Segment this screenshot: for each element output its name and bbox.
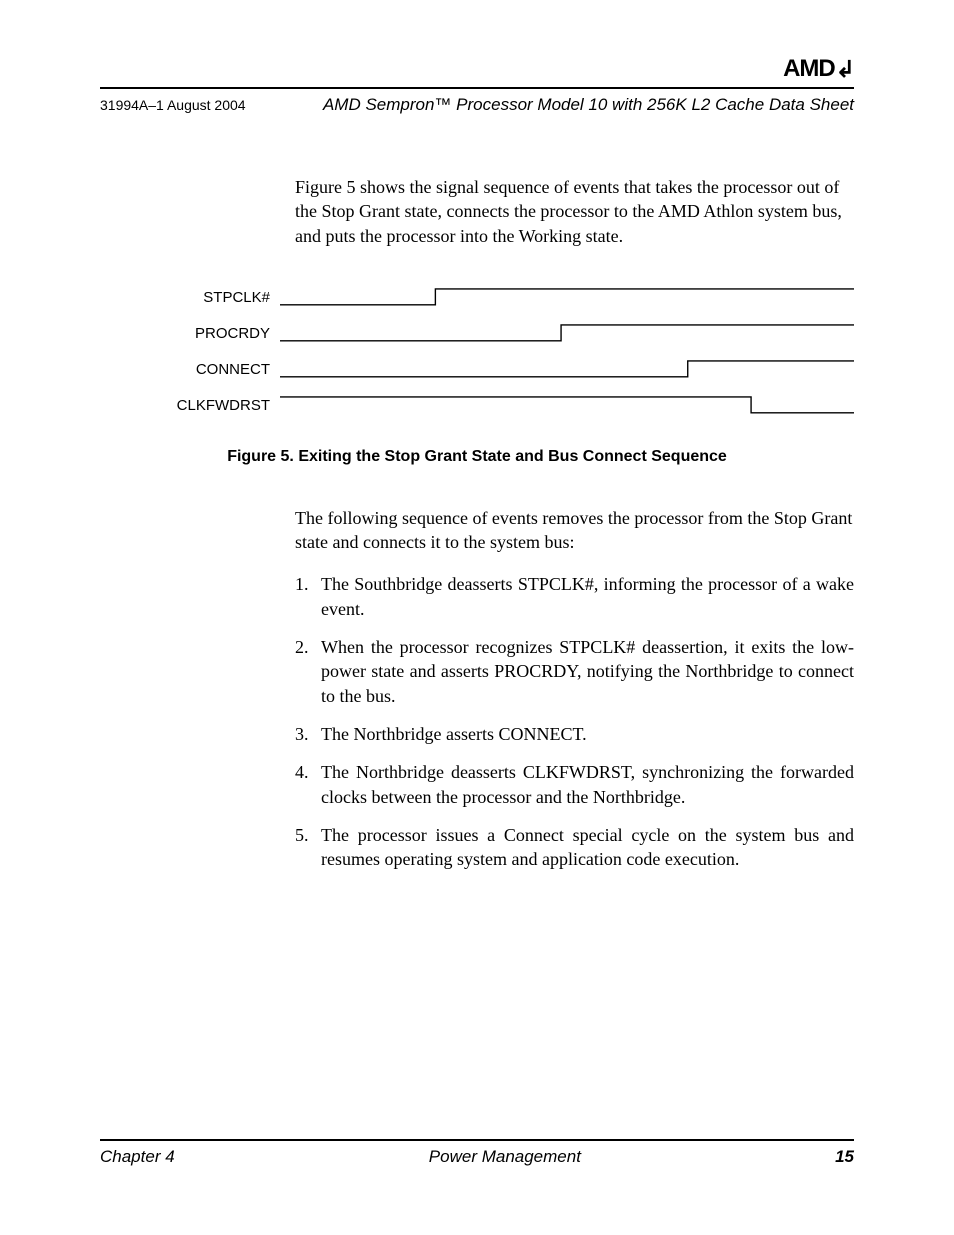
footer-chapter: Chapter 4: [100, 1147, 175, 1167]
list-number: 2.: [295, 635, 321, 708]
waveform-connect: [280, 355, 854, 385]
waveform-clkfwdrst: [280, 391, 854, 421]
list-item: 4. The Northbridge deasserts CLKFWDRST, …: [295, 760, 854, 809]
list-number: 1.: [295, 572, 321, 621]
footer-rule: [100, 1139, 854, 1141]
list-number: 5.: [295, 823, 321, 872]
signal-label: CONNECT: [100, 361, 280, 378]
intro-paragraph: Figure 5 shows the signal sequence of ev…: [295, 175, 854, 248]
signal-row-clkfwdrst: CLKFWDRST: [100, 388, 854, 424]
footer: Chapter 4 Power Management 15: [100, 1139, 854, 1167]
list-text: When the processor recognizes STPCLK# de…: [321, 635, 854, 708]
page-number: 15: [835, 1147, 854, 1167]
logo-arrow-icon: ↲: [836, 56, 854, 83]
header-rule: [100, 87, 854, 89]
signal-label: PROCRDY: [100, 325, 280, 342]
list-item: 1. The Southbridge deasserts STPCLK#, in…: [295, 572, 854, 621]
subheader: 31994A–1 August 2004 AMD Sempron™ Proces…: [100, 95, 854, 115]
list-text: The Northbridge deasserts CLKFWDRST, syn…: [321, 760, 854, 809]
waveform-stpclk: [280, 283, 854, 313]
signal-label: STPCLK#: [100, 289, 280, 306]
footer-section: Power Management: [429, 1147, 581, 1167]
signal-row-connect: CONNECT: [100, 352, 854, 388]
waveform-procrdy: [280, 319, 854, 349]
document-title: AMD Sempron™ Processor Model 10 with 256…: [323, 95, 854, 115]
timing-diagram: STPCLK# PROCRDY CONNECT CLKFWDRST: [100, 280, 854, 424]
logo-text: AMD: [783, 55, 835, 83]
list-item: 2. When the processor recognizes STPCLK#…: [295, 635, 854, 708]
list-item: 5. The processor issues a Connect specia…: [295, 823, 854, 872]
list-item: 3. The Northbridge asserts CONNECT.: [295, 722, 854, 746]
amd-logo: AMD↲: [783, 55, 854, 83]
list-text: The Southbridge deasserts STPCLK#, infor…: [321, 572, 854, 621]
list-text: The Northbridge asserts CONNECT.: [321, 722, 854, 746]
list-number: 4.: [295, 760, 321, 809]
list-intro: The following sequence of events removes…: [295, 506, 854, 555]
list-number: 3.: [295, 722, 321, 746]
header: AMD↲: [100, 55, 854, 83]
signal-label: CLKFWDRST: [100, 397, 280, 414]
figure-caption: Figure 5. Exiting the Stop Grant State a…: [100, 448, 854, 466]
list-text: The processor issues a Connect special c…: [321, 823, 854, 872]
signal-row-procrdy: PROCRDY: [100, 316, 854, 352]
steps-list: 1. The Southbridge deasserts STPCLK#, in…: [295, 572, 854, 871]
signal-row-stpclk: STPCLK#: [100, 280, 854, 316]
document-id: 31994A–1 August 2004: [100, 97, 246, 113]
